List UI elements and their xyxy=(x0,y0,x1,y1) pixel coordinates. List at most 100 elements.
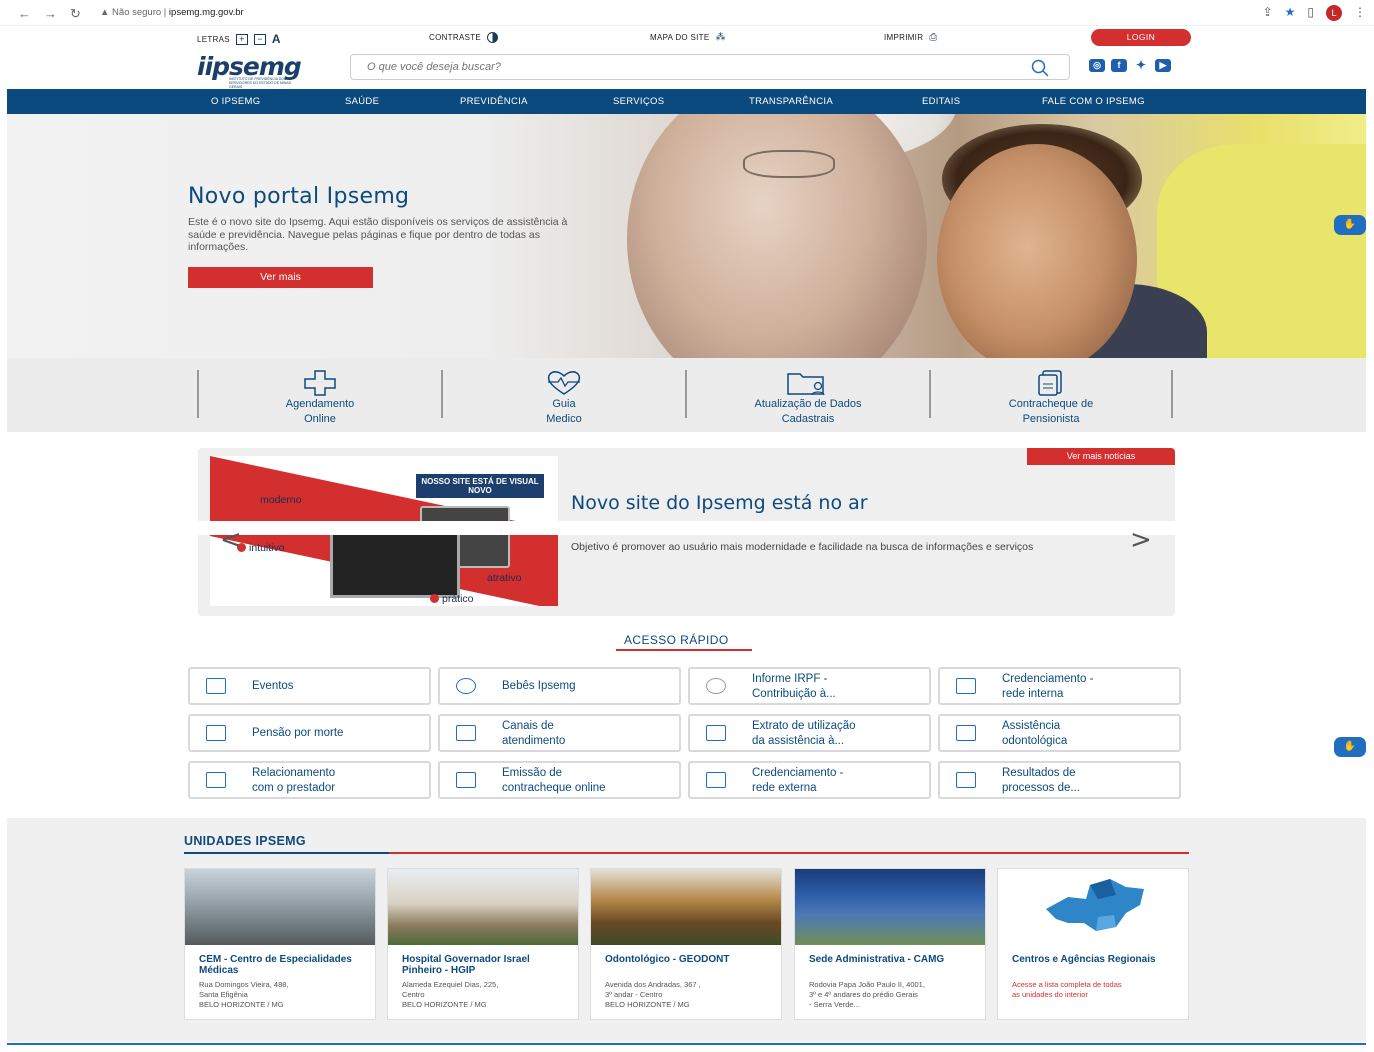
twitter-icon[interactable]: ✦ xyxy=(1133,59,1149,72)
acesso-credenciamento-externa[interactable]: Credenciamento - rede externa xyxy=(688,761,931,799)
nav-saude[interactable]: SAÚDE xyxy=(345,96,379,107)
document-icon xyxy=(706,725,726,741)
quick-access-bar: Agendamento Online Guia Medico Atualizaç… xyxy=(7,358,1366,432)
word-intuitivo: intuitivo xyxy=(237,542,285,554)
share-icon[interactable]: ⇪ xyxy=(1263,5,1273,21)
utility-bar: LETRAS + − A CONTRASTE MAPA DO SITE ⁂ IM… xyxy=(7,26,1366,48)
edit-icon xyxy=(956,678,976,694)
acesso-canais[interactable]: Canais de atendimento xyxy=(438,714,681,752)
slider-prev-icon[interactable]: < xyxy=(220,525,242,555)
font-decrease-button[interactable]: − xyxy=(253,33,266,45)
instagram-icon[interactable]: ◎ xyxy=(1089,59,1105,72)
folder-user-icon xyxy=(787,373,825,396)
sitemap-link[interactable]: MAPA DO SITE ⁂ xyxy=(650,32,726,43)
search-icon[interactable] xyxy=(1031,59,1049,77)
login-button[interactable]: LOGIN xyxy=(1091,29,1191,46)
geodont-photo xyxy=(591,869,781,945)
quick-guia-medico[interactable]: Guia Medico xyxy=(441,370,685,425)
contrast-button[interactable]: CONTRASTE xyxy=(429,32,499,43)
acesso-odontologica[interactable]: Assistência odontológica xyxy=(938,714,1181,752)
warning-icon: ▲ xyxy=(100,7,110,18)
printer-icon: ⎙ xyxy=(929,32,938,43)
url-text: ipsemg.mg.gov.br xyxy=(168,7,244,18)
unidade-geodont[interactable]: Odontológico - GEODONT Avenida dos Andra… xyxy=(590,868,782,1020)
quick-atualizacao-dados[interactable]: Atualização de Dados Cadastrais xyxy=(685,370,929,425)
slider-next-icon[interactable]: > xyxy=(1130,525,1152,555)
footer-divider xyxy=(7,1043,1366,1045)
news-title[interactable]: Novo site do Ipsemg está no ar xyxy=(571,492,868,514)
acesso-irpf[interactable]: Informe IRPF - Contribuição à... xyxy=(688,667,931,705)
contrast-icon xyxy=(487,32,499,43)
site-header: iipsemg INSTITUTO DE PREVIDÊNCIA DOS SER… xyxy=(7,48,1366,89)
youtube-icon[interactable]: ▶ xyxy=(1155,59,1171,72)
acesso-rapido-underline xyxy=(616,649,752,651)
insecure-label: Não seguro xyxy=(112,7,162,18)
ver-mais-noticias-button[interactable]: Ver mais notícias xyxy=(1027,448,1175,465)
hero-title: Novo portal Ipsemg xyxy=(188,184,410,209)
clipboard-icon xyxy=(206,725,226,741)
vlibras-accessibility-icon[interactable]: ✋ xyxy=(1334,215,1366,235)
building-icon xyxy=(206,772,226,788)
sitemap-icon: ⁂ xyxy=(715,32,726,43)
unidade-camg[interactable]: Sede Administrativa - CAMG Rodovia Papa … xyxy=(794,868,986,1020)
font-increase-button[interactable]: + xyxy=(235,33,248,45)
laptop-graphic xyxy=(330,526,460,598)
unidade-regionais[interactable]: Centros e Agências Regionais Acesse a li… xyxy=(997,868,1189,1020)
acesso-credenciamento-interna[interactable]: Credenciamento - rede interna xyxy=(938,667,1181,705)
acesso-contracheque[interactable]: Emissão de contracheque online xyxy=(438,761,681,799)
reload-icon[interactable]: ↻ xyxy=(70,6,81,22)
address-bar[interactable]: ▲ Não seguro | ipsemg.mg.gov.br xyxy=(100,7,244,18)
unidades-divider-accent xyxy=(184,852,389,854)
logo-subtitle: INSTITUTO DE PREVIDÊNCIA DOS SERVIDORES … xyxy=(229,77,292,89)
minas-gerais-map-icon xyxy=(1046,879,1144,931)
news-description: Objetivo é promover ao usuário mais mode… xyxy=(571,541,1034,553)
font-reset-button[interactable]: A xyxy=(272,32,281,46)
profile-avatar[interactable]: L xyxy=(1326,5,1342,21)
chat-icon xyxy=(456,725,476,741)
search-input[interactable] xyxy=(367,55,1007,79)
acesso-relacionamento[interactable]: Relacionamento com o prestador xyxy=(188,761,431,799)
unidade-hgip[interactable]: Hospital Governador Israel Pinheiro - HG… xyxy=(387,868,579,1020)
nav-previdencia[interactable]: PREVIDÊNCIA xyxy=(460,96,528,107)
acesso-bebes[interactable]: Bebês Ipsemg xyxy=(438,667,681,705)
camg-photo xyxy=(795,869,985,945)
nav-o-ipsemg[interactable]: O IPSEMG xyxy=(211,96,260,107)
hero-text: Este é o novo site do Ipsemg. Aqui estão… xyxy=(188,216,568,253)
word-moderno: moderno xyxy=(248,494,301,506)
acesso-rapido-title: ACESSO RÁPIDO xyxy=(624,633,729,647)
coins-icon xyxy=(706,678,726,694)
word-atrativo: atrativo xyxy=(475,572,521,584)
quick-agendamento-online[interactable]: Agendamento Online xyxy=(197,370,441,425)
forward-icon[interactable]: → xyxy=(44,6,57,21)
quick-contracheque-pensionista[interactable]: Contracheque de Pensionista xyxy=(929,370,1173,425)
heart-pulse-icon xyxy=(547,371,581,395)
acesso-extrato[interactable]: Extrato de utilização da assistência à... xyxy=(688,714,931,752)
acesso-resultados[interactable]: Resultados de processos de... xyxy=(938,761,1181,799)
search-box xyxy=(350,54,1070,80)
news-image-tag: NOSSO SITE ESTÁ DE VISUAL NOVO xyxy=(416,474,544,498)
browser-toolbar: ← → ↻ ▲ Não seguro | ipsemg.mg.gov.br ⇪ … xyxy=(0,0,1374,26)
hero-ver-mais-button[interactable]: Ver mais xyxy=(188,267,373,288)
main-navigation: O IPSEMG SAÚDE PREVIDÊNCIA SERVIÇOS TRAN… xyxy=(7,89,1366,114)
document-icon xyxy=(1038,370,1062,396)
unidade-cem[interactable]: CEM - Centro de Especialidades Médicas R… xyxy=(184,868,376,1020)
acesso-pensao-morte[interactable]: Pensão por morte xyxy=(188,714,431,752)
menu-icon[interactable]: ⋮ xyxy=(1354,5,1366,21)
sidepanel-icon[interactable]: ▯ xyxy=(1307,5,1314,21)
nav-fale-com[interactable]: FALE COM O IPSEMG xyxy=(1042,96,1145,107)
dental-chair-icon xyxy=(956,725,976,741)
nav-editais[interactable]: EDITAIS xyxy=(922,96,960,107)
acesso-eventos[interactable]: Eventos xyxy=(188,667,431,705)
folder-icon xyxy=(956,772,976,788)
facebook-icon[interactable]: f xyxy=(1111,59,1127,72)
calendar-icon xyxy=(206,678,226,694)
print-link[interactable]: IMPRIMIR ⎙ xyxy=(884,32,938,43)
nav-transparencia[interactable]: TRANSPARÊNCIA xyxy=(749,96,833,107)
back-icon[interactable]: ← xyxy=(18,6,31,21)
clipboard-list-icon xyxy=(706,772,726,788)
vlibras-accessibility-icon-2[interactable]: ✋ xyxy=(1334,737,1366,757)
nav-servicos[interactable]: SERVIÇOS xyxy=(613,96,664,107)
plus-icon xyxy=(304,370,336,396)
heart-icon xyxy=(456,678,476,694)
star-icon[interactable]: ★ xyxy=(1285,5,1296,21)
